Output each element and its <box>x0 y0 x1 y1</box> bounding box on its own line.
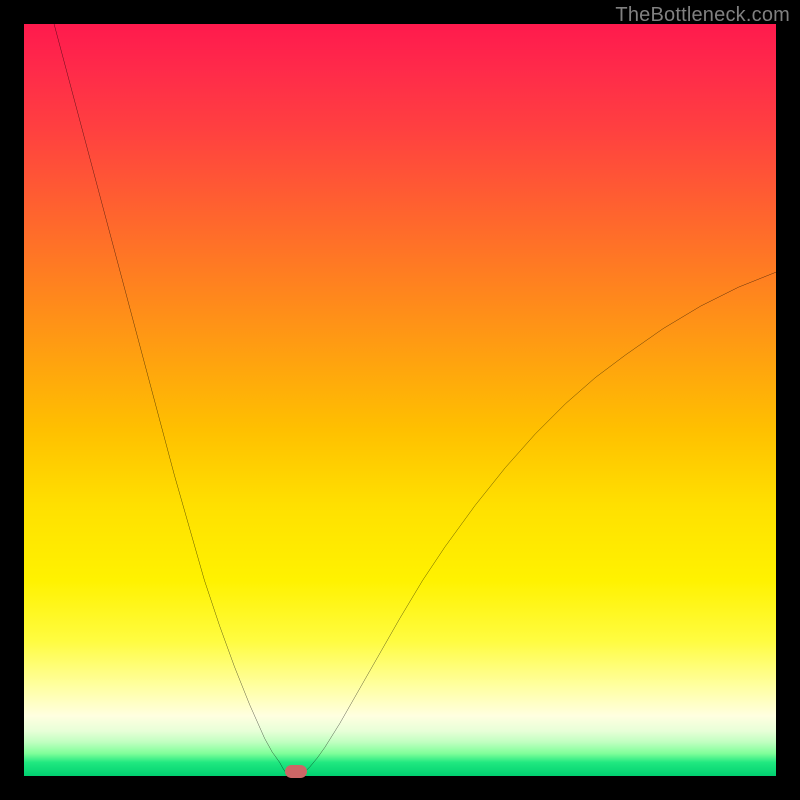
background-gradient <box>24 24 776 776</box>
outer-frame: TheBottleneck.com <box>0 0 800 800</box>
plot-area <box>24 24 776 776</box>
bottleneck-marker <box>285 765 308 777</box>
